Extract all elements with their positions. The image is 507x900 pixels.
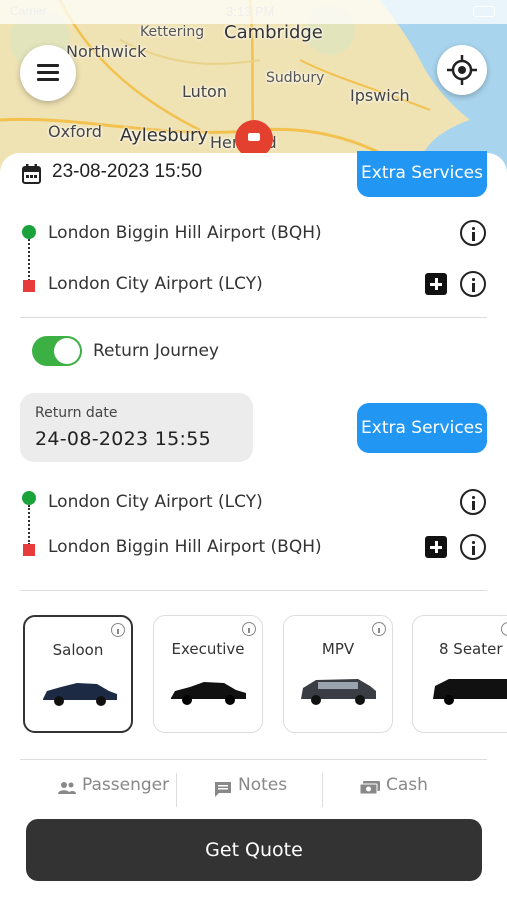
cash-icon (360, 781, 380, 795)
map-view[interactable]: Carrier 3:13 PM Northwick Kettering Camb… (0, 0, 507, 175)
van-icon (301, 679, 376, 705)
vehicle-card-executive[interactable]: Executive (153, 615, 263, 733)
battery-icon (473, 6, 495, 17)
vehicle-name: MPV (321, 640, 355, 658)
vehicle-name: 8 Seater (439, 640, 503, 658)
divider (20, 759, 487, 760)
return-date-label: Return date (35, 405, 118, 421)
tab-notes[interactable]: Notes (238, 775, 287, 795)
map-label: Ipswich (350, 86, 410, 105)
info-icon[interactable] (460, 489, 486, 515)
return-date-field[interactable]: Return date 24-08-2023 15:55 (20, 393, 253, 462)
return-journey-label: Return Journey (93, 341, 219, 361)
map-label: Northwick (66, 42, 147, 61)
route-line (28, 239, 30, 281)
get-quote-button[interactable]: Get Quote (26, 819, 482, 881)
add-stop-icon[interactable] (425, 273, 447, 295)
my-location-button[interactable] (437, 45, 487, 95)
map-label: Luton (182, 82, 227, 101)
dropoff-location[interactable]: London City Airport (LCY) (48, 274, 263, 294)
route-line (28, 505, 30, 545)
return-dropoff-location[interactable]: London Biggin Hill Airport (BQH) (48, 537, 322, 557)
info-icon[interactable] (501, 622, 507, 636)
tab-separator (322, 773, 323, 807)
menu-icon-bar (37, 78, 59, 81)
status-bar: Carrier 3:13 PM (0, 0, 507, 24)
return-dropoff-marker-icon (23, 544, 35, 556)
map-label: Oxford (48, 122, 102, 141)
return-pickup-location[interactable]: London City Airport (LCY) (48, 492, 263, 512)
pickup-location[interactable]: London Biggin Hill Airport (BQH) (48, 223, 322, 243)
info-icon[interactable] (460, 534, 486, 560)
menu-icon (37, 64, 59, 67)
pickup-datetime[interactable]: 23-08-2023 15:50 (52, 161, 202, 183)
clock: 3:13 PM (226, 4, 275, 19)
vehicle-list[interactable]: Saloon Executive MPV 8 Seater (0, 615, 507, 735)
vehicle-card-mpv[interactable]: MPV (283, 615, 393, 733)
car-icon (171, 682, 246, 705)
extra-services-button[interactable]: Extra Services (357, 151, 487, 197)
map-label: Aylesbury (120, 125, 209, 146)
info-icon[interactable] (242, 622, 256, 636)
menu-icon-bar (37, 71, 59, 74)
add-stop-icon[interactable] (425, 536, 447, 558)
tab-payment[interactable]: Cash (386, 775, 428, 795)
return-journey-toggle[interactable] (32, 336, 82, 366)
dropoff-marker-icon (23, 280, 35, 292)
info-icon[interactable] (460, 271, 486, 297)
crosshair-icon (447, 55, 477, 85)
divider (20, 590, 487, 591)
booking-sheet: 23-08-2023 15:50 Extra Services London B… (0, 151, 507, 900)
return-date-value: 24-08-2023 15:55 (35, 428, 212, 450)
info-icon[interactable] (111, 623, 125, 637)
return-extra-services-button[interactable]: Extra Services (357, 403, 487, 453)
tab-separator (176, 773, 177, 807)
vehicle-name: Saloon (52, 641, 104, 659)
info-icon[interactable] (372, 622, 386, 636)
vehicle-card-saloon[interactable]: Saloon (23, 615, 133, 733)
car-icon (43, 683, 117, 706)
map-label: Sudbury (266, 70, 325, 86)
passenger-icon (58, 782, 76, 794)
tab-passenger[interactable]: Passenger (82, 775, 169, 795)
carrier-label: Carrier (10, 4, 47, 18)
menu-button[interactable] (20, 45, 76, 101)
calendar-icon (22, 164, 41, 184)
van-icon (433, 679, 507, 705)
map-label: Cambridge (224, 22, 323, 43)
vehicle-card-8-seater[interactable]: 8 Seater (412, 615, 507, 733)
info-icon[interactable] (460, 220, 486, 246)
divider (20, 317, 487, 318)
return-pickup-marker-icon (22, 491, 36, 505)
notes-icon (215, 782, 231, 797)
pickup-marker-icon (22, 225, 36, 239)
map-label: Kettering (140, 24, 205, 40)
vehicle-name: Executive (171, 640, 245, 658)
